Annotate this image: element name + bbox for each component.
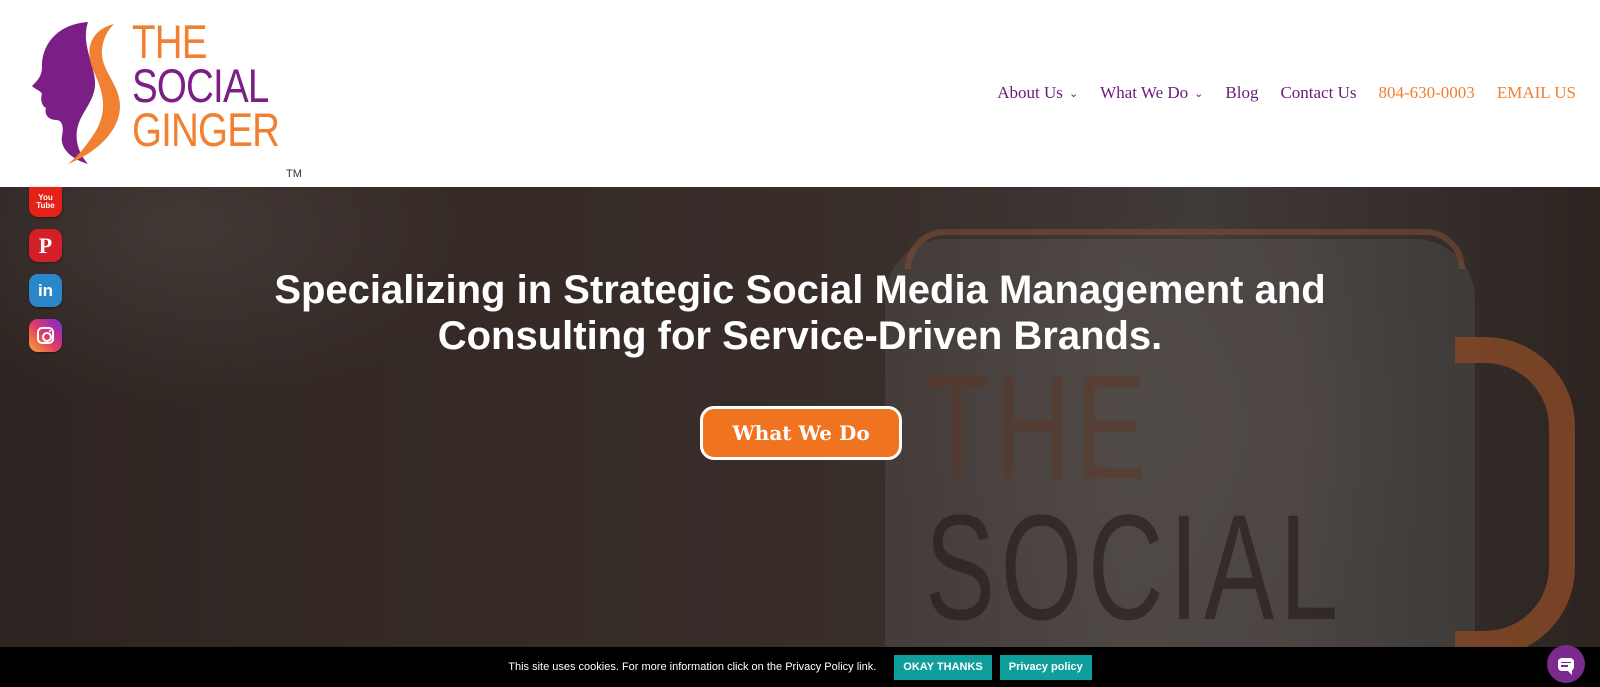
what-we-do-button[interactable]: What We Do (700, 406, 902, 460)
chat-icon-line (1561, 661, 1571, 663)
logo-line-ginger: GINGER (132, 103, 280, 156)
logo-line-the: THE (132, 15, 207, 68)
logo-line-social: SOCIAL (132, 59, 269, 112)
cookie-message: This site uses cookies. For more informa… (508, 661, 877, 673)
okay-thanks-button[interactable]: OKAY THANKS (894, 654, 992, 680)
nav-what-we-do[interactable]: What We Do ⌄ (1100, 83, 1203, 103)
chevron-down-icon: ⌄ (1194, 87, 1204, 100)
privacy-policy-button[interactable]: Privacy policy (999, 654, 1092, 680)
chat-widget-button[interactable] (1547, 645, 1585, 683)
main-nav: About Us ⌄ What We Do ⌄ Blog Contact Us … (975, 80, 1576, 106)
nav-blog[interactable]: Blog (1225, 83, 1258, 103)
linkedin-icon[interactable]: in (29, 274, 62, 307)
instagram-camera-glyph (37, 327, 54, 344)
nav-about-us-label: About Us (997, 83, 1063, 102)
site-logo[interactable]: THE SOCIAL GINGER TM (28, 15, 302, 180)
logo-face-icon (32, 22, 120, 164)
logo-wordmark: THE SOCIAL GINGER (132, 15, 280, 156)
nav-what-we-do-label: What We Do (1100, 83, 1189, 102)
social-rail: You Tube P in (29, 187, 63, 364)
chevron-down-icon: ⌄ (1068, 87, 1079, 100)
logo-trademark: TM (286, 168, 302, 180)
chat-icon (1558, 657, 1574, 675)
youtube-icon[interactable]: You Tube (29, 187, 62, 217)
youtube-icon-label-bottom: Tube (36, 201, 55, 210)
instagram-icon[interactable] (29, 319, 62, 352)
chat-icon-line (1561, 665, 1568, 667)
hero-title: Specializing in Strategic Social Media M… (274, 268, 1326, 358)
nav-contact-us[interactable]: Contact Us (1280, 83, 1356, 103)
hero-banner: THE SOCIAL Specializing in Strategic Soc… (0, 187, 1600, 647)
nav-about-us[interactable]: About Us ⌄ (997, 83, 1078, 103)
nav-email-us[interactable]: EMAIL US (1497, 83, 1576, 103)
site-header: THE SOCIAL GINGER TM About Us ⌄ What We … (0, 0, 1600, 187)
nav-phone-link[interactable]: 804-630-0003 (1378, 83, 1474, 103)
pinterest-icon[interactable]: P (29, 229, 62, 262)
cookie-banner: This site uses cookies. For more informa… (0, 647, 1600, 687)
